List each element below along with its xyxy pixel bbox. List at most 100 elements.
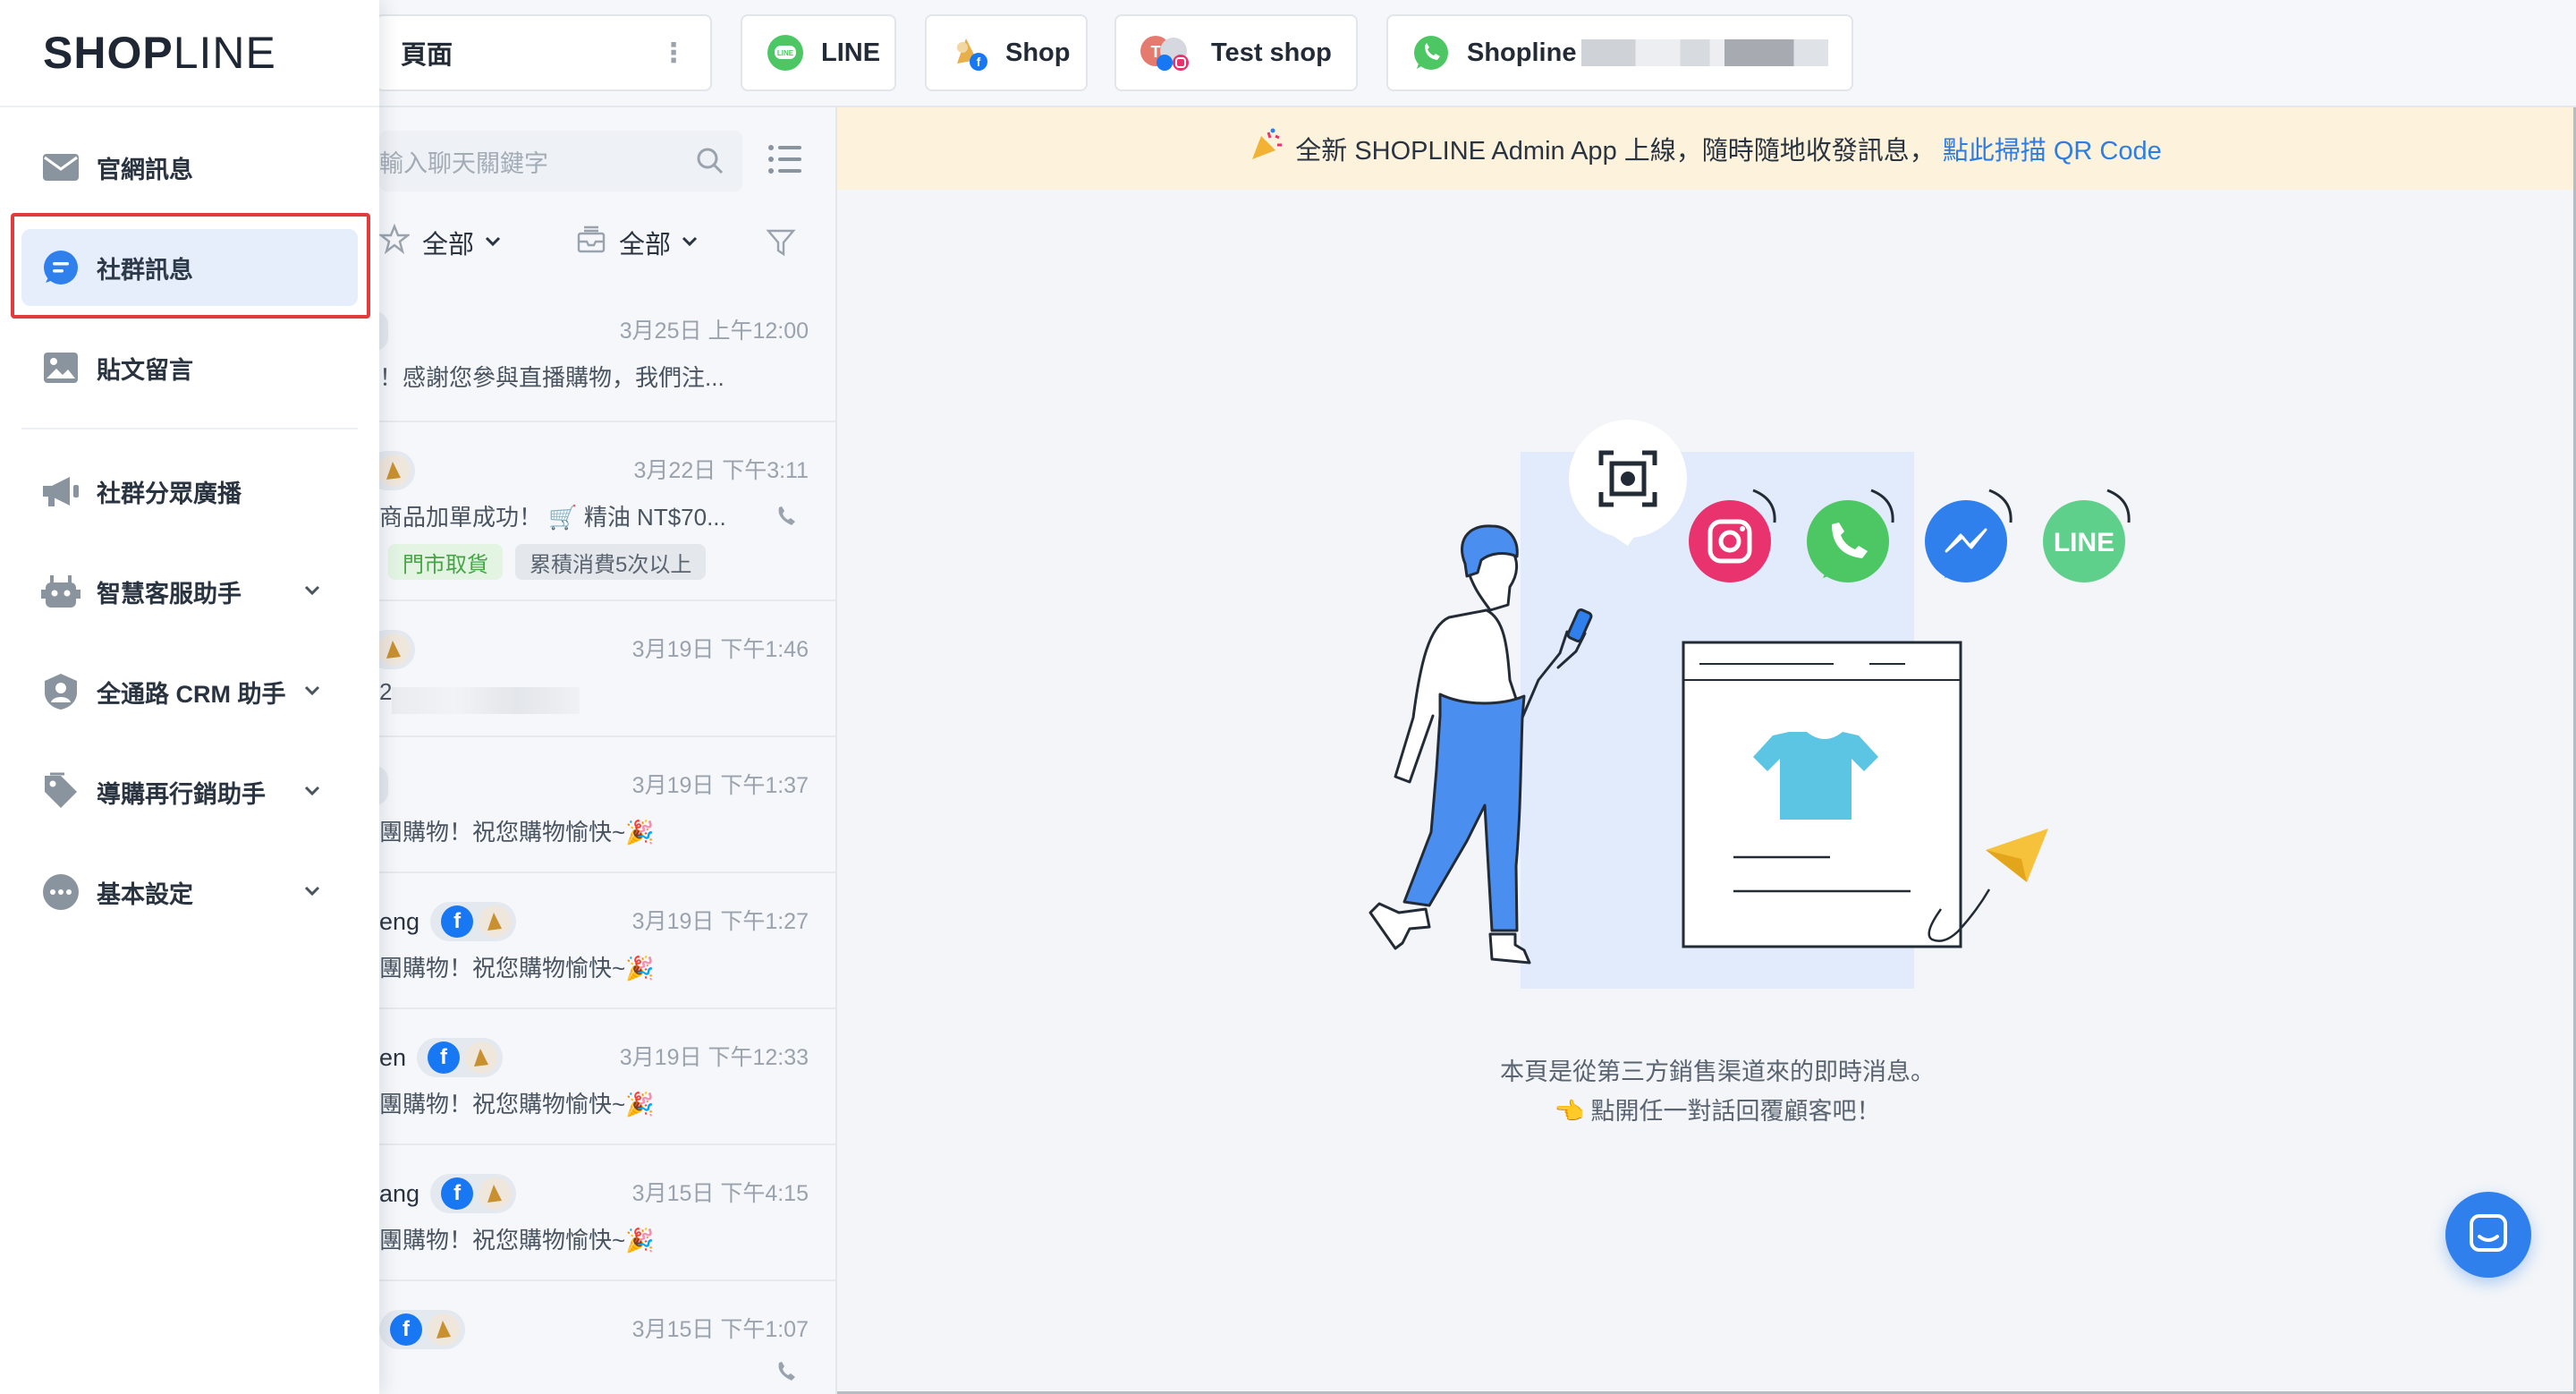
sidebar-item-social-messages[interactable]: 社群訊息	[21, 229, 358, 306]
sidebar-item-basic-settings[interactable]: 基本設定	[21, 854, 358, 931]
chat-list-item[interactable]: 3月22日 下午3:11 商品加單成功！ 🛒 精油 NT$70... 門市取貨 …	[379, 422, 835, 601]
facebook-icon: f	[390, 1313, 422, 1346]
tab-shopline-label: Shopline	[1467, 38, 1577, 67]
message-preview: 2	[379, 678, 393, 705]
sidebar-item-label: 全通路 CRM 助手	[97, 680, 286, 708]
message-preview: 團購物！祝您購物愉快~🎉	[379, 819, 655, 846]
sidebar-item-smart-cs[interactable]: 智慧客服助手	[21, 553, 358, 630]
banner-text: 全新 SHOPLINE Admin App 上線，隨時隨地收發訊息，	[1295, 137, 1936, 166]
empty-state-illustration: LINE	[1368, 420, 2131, 989]
phone-icon	[775, 505, 798, 532]
search-icon[interactable]	[696, 147, 724, 182]
shop-avatar-icon	[428, 1313, 460, 1346]
sidebar-item-post-comments[interactable]: 貼文留言	[21, 329, 358, 406]
channel-pill	[379, 311, 388, 351]
tag-repeat-buyer: 累積消費5次以上	[515, 544, 707, 580]
sidebar-item-broadcast[interactable]: 社群分眾廣播	[21, 453, 358, 530]
inbox-filter-dropdown[interactable]: 全部	[576, 224, 699, 261]
facebook-icon: f	[441, 905, 474, 938]
channel-pill	[379, 451, 415, 490]
contact-name	[379, 766, 388, 805]
message-preview: ！感謝您參與直播購物，我們注...	[379, 364, 724, 391]
contact-name: eng f	[379, 902, 517, 941]
chat-list-item[interactable]: f 3月15日 下午1:07	[379, 1281, 835, 1394]
megaphone-icon	[41, 472, 80, 511]
sidebar-item-website-messages[interactable]: 官網訊息	[21, 129, 358, 206]
svg-text:f: f	[977, 55, 981, 69]
star-filter-dropdown[interactable]: 全部	[379, 223, 503, 261]
search-box[interactable]: 輸入聊天關鍵字	[379, 131, 742, 191]
sidebar-item-label: 社群分眾廣播	[97, 480, 242, 507]
chat-list-item[interactable]: 3月25日 上午12:00 ！感謝您參與直播購物，我們注...	[379, 283, 835, 422]
product-card	[1682, 641, 1991, 948]
more-dots-icon	[41, 872, 80, 912]
sidebar-item-label: 導購再行銷助手	[97, 780, 266, 808]
tab-shop[interactable]: f Shop	[925, 14, 1088, 91]
sidebar-divider	[21, 428, 358, 429]
filter-bar: 全部 全部	[379, 218, 835, 268]
chat-support-button[interactable]	[2445, 1192, 2531, 1278]
chat-list-item[interactable]: en f 3月19日 下午12:33 團購物！祝您購物愉快~🎉	[379, 1009, 835, 1145]
redacted-block	[1581, 39, 1828, 66]
funnel-filter-icon[interactable]	[766, 227, 796, 265]
chat-bubble-icon	[41, 248, 80, 287]
message-preview: 團購物！祝您購物愉快~🎉	[379, 955, 655, 982]
tab-test-shop[interactable]: T Test shop	[1114, 14, 1358, 91]
message-time: 3月15日 下午4:15	[631, 1181, 809, 1206]
sidebar-item-crm[interactable]: 全通路 CRM 助手	[21, 653, 358, 730]
chat-list-panel: 輸入聊天關鍵字 全部 全部 3月25日 上午12:00 ！感謝您參與直播購物，我…	[379, 107, 837, 1394]
list-view-icon[interactable]	[767, 143, 803, 180]
tab-line[interactable]: LINE LINE	[741, 14, 896, 91]
channel-pill: f	[417, 1038, 504, 1077]
tag-icon	[41, 772, 80, 812]
sidebar: SHOPLINE 官網訊息 社群訊息 貼文留言 社群分眾廣播 智慧客服助手 全通…	[0, 0, 379, 1394]
channel-pill	[379, 766, 388, 805]
instagram-shop-icon: T	[1140, 33, 1195, 72]
tab-page[interactable]: 頁面 ⋮	[376, 14, 712, 91]
shop-avatar-icon	[379, 633, 410, 666]
tab-shopline-whatsapp[interactable]: Shopline	[1386, 14, 1853, 91]
sidebar-item-label: 社群訊息	[97, 256, 193, 284]
chevron-down-icon	[483, 228, 503, 258]
chat-list-item[interactable]: ang f 3月15日 下午4:15 團購物！祝您購物愉快~🎉	[379, 1145, 835, 1281]
search-input[interactable]: 輸入聊天關鍵字	[379, 144, 548, 179]
crm-user-icon	[41, 672, 80, 711]
message-time: 3月19日 下午12:33	[619, 1045, 809, 1070]
chevron-down-icon	[302, 879, 322, 906]
message-preview: 商品加單成功！ 🛒 精油 NT$70...	[379, 504, 726, 531]
chat-list-item[interactable]: 3月19日 下午1:46 2	[379, 601, 835, 737]
customer-tags: 門市取貨 累積消費5次以上	[388, 544, 707, 580]
sidebar-item-remarketing[interactable]: 導購再行銷助手	[21, 753, 358, 830]
shopline-logo: SHOPLINE	[43, 28, 276, 78]
chat-list-item[interactable]: 3月19日 下午1:37 團購物！祝您購物愉快~🎉	[379, 737, 835, 873]
chat-list-item[interactable]: eng f 3月19日 下午1:27 團購物！祝您購物愉快~🎉	[379, 873, 835, 1009]
shop-avatar-icon	[465, 1041, 498, 1074]
sidebar-item-label: 貼文留言	[97, 356, 193, 384]
shop-avatar-icon	[479, 905, 512, 938]
contact-name: f	[379, 1310, 465, 1349]
sidebar-divider	[0, 106, 379, 107]
shop-avatar-icon	[379, 455, 410, 487]
message-time: 3月19日 下午1:37	[631, 773, 809, 798]
tag-store-pickup: 門市取貨	[388, 544, 503, 580]
svg-text:LINE: LINE	[777, 49, 794, 57]
qr-code-link[interactable]: 點此掃描 QR Code	[1943, 130, 2162, 167]
line-icon: LINE	[766, 33, 805, 72]
channel-pill	[379, 630, 415, 669]
message-time: 3月15日 下午1:07	[631, 1317, 809, 1342]
phone-icon	[775, 1360, 798, 1388]
contact-name: ang f	[379, 1174, 517, 1213]
inbox-icon	[576, 224, 606, 261]
chevron-down-icon	[680, 228, 699, 258]
redacted-block	[392, 687, 580, 714]
party-popper-icon	[1249, 127, 1284, 170]
announcement-banner: 全新 SHOPLINE Admin App 上線，隨時隨地收發訊息， 點此掃描 …	[837, 107, 2573, 190]
image-icon	[41, 348, 80, 387]
kebab-menu-icon[interactable]: ⋮	[660, 38, 687, 69]
tab-test-shop-label: Test shop	[1211, 38, 1332, 67]
channel-tab-bar: 頁面 ⋮ LINE LINE f Shop T Test shop Shopli…	[0, 0, 2576, 107]
chevron-down-icon	[302, 678, 322, 706]
message-time: 3月19日 下午1:27	[631, 909, 809, 934]
caption-line-1: 本頁是從第三方銷售渠道來的即時消息。	[1500, 1058, 1935, 1085]
line-icon: LINE	[2043, 489, 2131, 582]
